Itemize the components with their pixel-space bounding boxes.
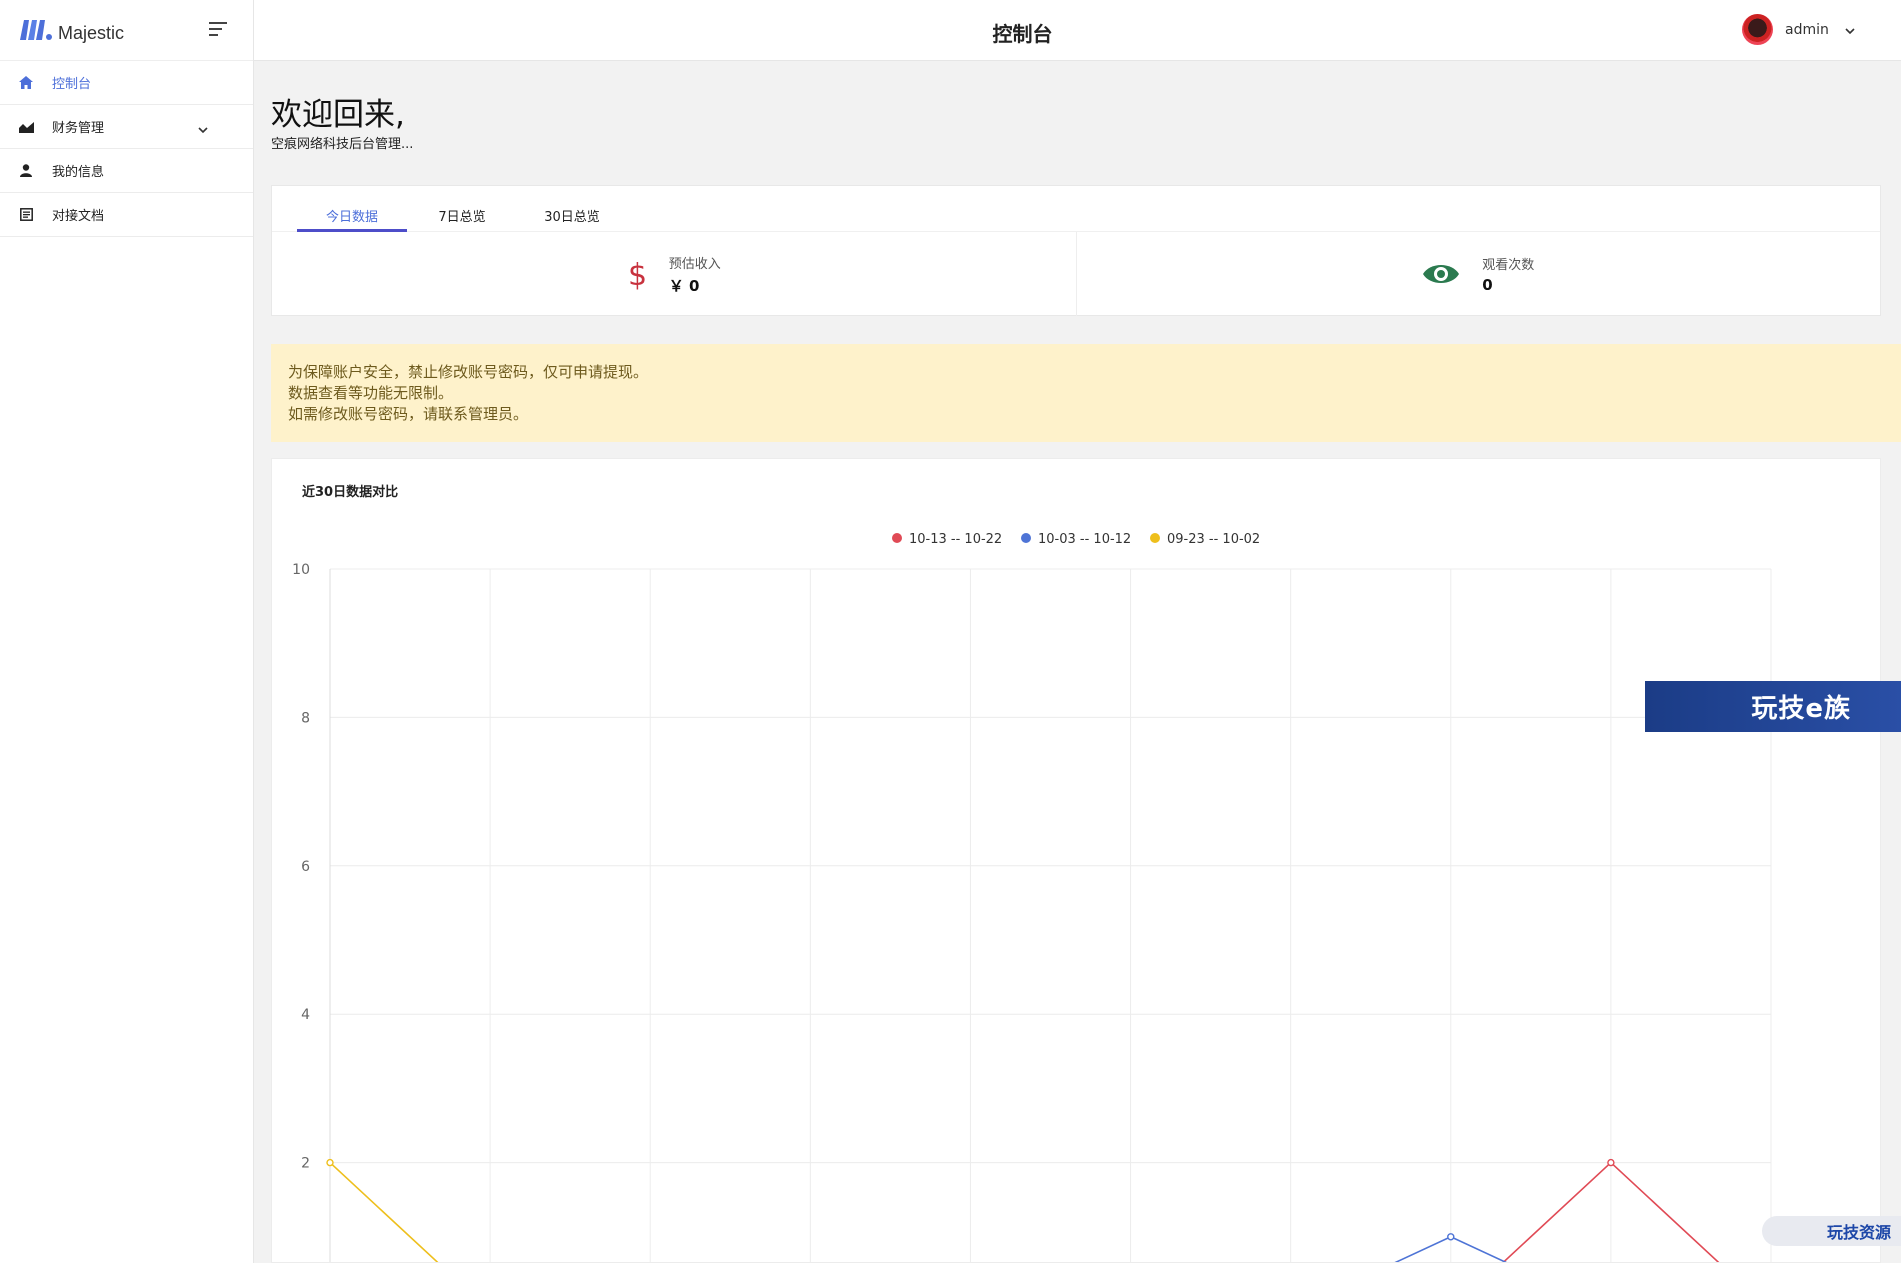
sidebar-item-docs[interactable]: 对接文档	[0, 193, 253, 237]
sidebar: Majestic 控制台 财务管理 我的信息 对接文档	[0, 0, 254, 1263]
watermark-badge: 玩技资源	[1762, 1216, 1901, 1246]
y-tick-label: 2	[301, 1156, 310, 1172]
sidebar-item-label: 我的信息	[52, 165, 105, 180]
legend-label: 10-13 -- 10-22	[909, 532, 1002, 547]
line-chart: 2 4 6 8 10 10-13 -- 10-22 10-03 -- 10-12 09-23 …	[292, 532, 1772, 1262]
chevron-down-icon[interactable]	[198, 119, 208, 138]
top-bar: 控制台 admin	[254, 0, 1901, 61]
legend-label: 09-23 -- 10-02	[1167, 532, 1260, 547]
tab-30-days[interactable]: 30日总览	[517, 186, 627, 231]
chart-area-icon	[18, 119, 34, 135]
data-point	[1447, 1233, 1455, 1241]
user-icon	[18, 163, 34, 179]
series-line	[329, 1162, 439, 1262]
sidebar-item-finance[interactable]: 财务管理	[0, 105, 253, 149]
brand[interactable]: Majestic	[0, 0, 253, 61]
home-icon	[18, 75, 34, 91]
eye-icon	[1422, 261, 1460, 287]
stat-income: $ 预估收入 ￥ 0	[272, 232, 1076, 316]
legend-marker	[1021, 533, 1031, 543]
series-line	[1394, 1235, 1508, 1262]
notice-line: 为保障账户安全，禁止修改账号密码，仅可申请提现。	[288, 363, 649, 381]
y-tick-label: 4	[301, 1007, 310, 1023]
stat-label: 预估收入	[668, 256, 721, 272]
notice-line: 数据查看等功能无限制。	[288, 384, 454, 402]
data-point	[1607, 1158, 1615, 1167]
data-point	[326, 1158, 334, 1167]
sidebar-item-label: 对接文档	[52, 209, 105, 224]
sidebar-item-label: 财务管理	[52, 121, 105, 136]
chevron-down-icon	[1845, 20, 1855, 39]
notice-line: 如需修改账号密码，请联系管理员。	[288, 405, 529, 423]
stat-views: 观看次数 0	[1075, 232, 1881, 316]
y-tick-label: 8	[301, 710, 310, 726]
brand-logo-icon	[18, 18, 52, 42]
avatar	[1742, 14, 1773, 45]
stat-value: ￥ 0	[668, 276, 700, 295]
legend-label: 10-03 -- 10-12	[1038, 532, 1131, 547]
series-line	[1502, 1161, 1720, 1262]
watermark-banner: 玩技e族	[1645, 681, 1901, 732]
document-icon	[18, 207, 34, 223]
menu-toggle-icon[interactable]	[209, 22, 229, 38]
sidebar-item-label: 控制台	[52, 77, 92, 92]
page-title: 控制台	[992, 22, 1053, 46]
user-menu[interactable]: admin	[1742, 14, 1855, 45]
stats-tabs: 今日数据 7日总览 30日总览	[272, 186, 1880, 232]
svg-text:$: $	[628, 258, 647, 291]
welcome-title: 欢迎回来,	[271, 97, 405, 133]
chart-card: 近30日数据对比 2 4 6 8 10 10-13 -- 10-22 10-03 -- 10…	[271, 458, 1881, 1263]
username: admin	[1785, 21, 1829, 38]
legend-marker	[892, 533, 902, 543]
y-tick-label: 6	[301, 859, 310, 875]
y-tick-label: 10	[292, 562, 310, 578]
stat-label: 观看次数	[1482, 258, 1535, 273]
stats-card: 今日数据 7日总览 30日总览 $ 预估收入 ￥ 0 观看次数 0	[271, 185, 1881, 316]
sidebar-item-dashboard[interactable]: 控制台	[0, 61, 253, 105]
tab-7-days[interactable]: 7日总览	[407, 186, 517, 231]
welcome-subtitle: 空痕网络科技后台管理...	[271, 137, 414, 152]
stat-value: 0	[1482, 276, 1493, 294]
dollar-icon: $	[627, 257, 647, 291]
legend-marker	[1150, 533, 1160, 543]
security-notice: 为保障账户安全，禁止修改账号密码，仅可申请提现。 数据查看等功能无限制。 如需修…	[271, 344, 1901, 442]
brand-name: Majestic	[58, 22, 125, 43]
sidebar-item-profile[interactable]: 我的信息	[0, 149, 253, 193]
tab-today[interactable]: 今日数据	[297, 186, 407, 232]
